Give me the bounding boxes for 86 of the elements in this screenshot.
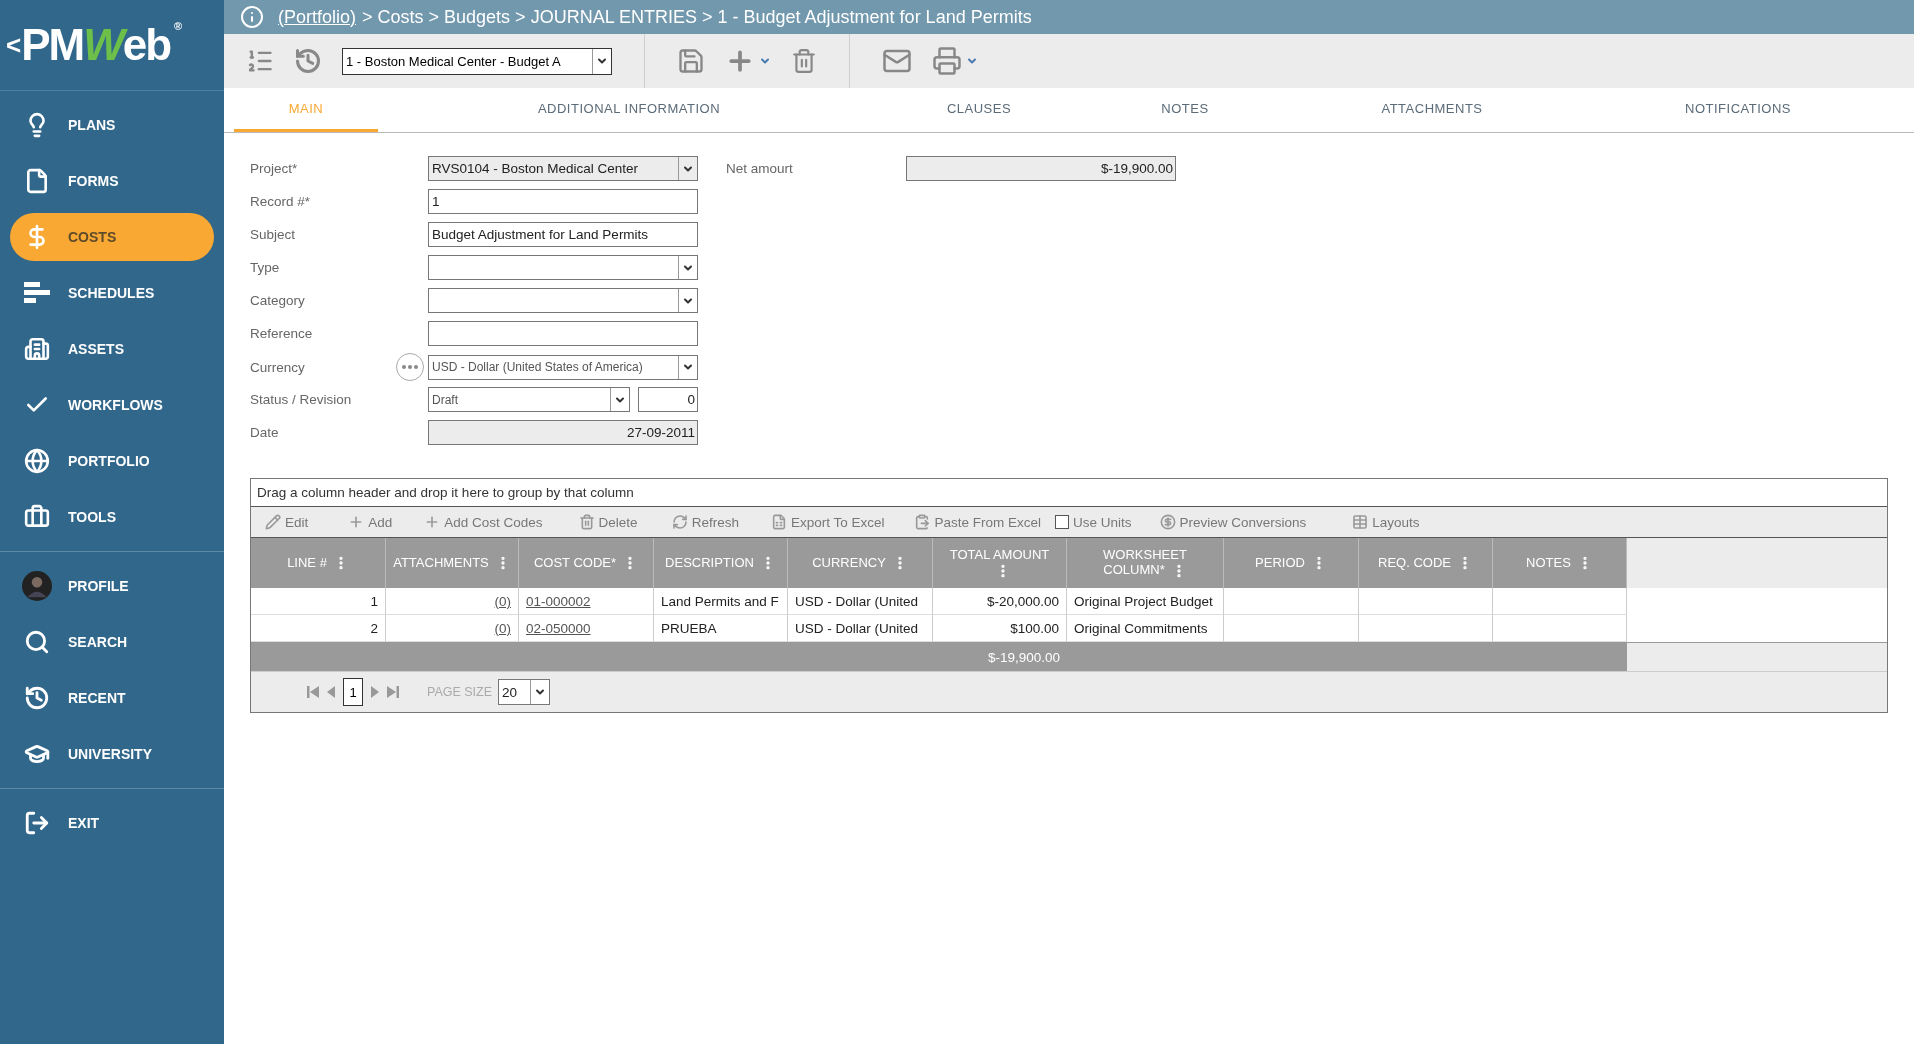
page-size-label: PAGE SIZE <box>427 685 493 699</box>
building-icon <box>24 336 50 362</box>
cell-link[interactable]: 02-050000 <box>526 620 591 636</box>
sidebar-item[interactable]: SCHEDULES <box>10 269 214 317</box>
search-icon <box>24 629 50 655</box>
trash-icon <box>578 514 595 530</box>
sidebar-item[interactable]: PORTFOLIO <box>10 437 214 485</box>
logo[interactable]: <PMWeb® <box>6 20 183 70</box>
input-field: 27-09-2011 <box>428 420 698 445</box>
field-label: Status / Revision <box>250 392 353 407</box>
sidebar-item[interactable]: PROFILE <box>10 562 214 610</box>
cell-link[interactable]: 01-000002 <box>526 593 591 609</box>
spreadsheet-icon <box>770 514 787 530</box>
sidebar-item[interactable]: UNIVERSITY <box>10 730 214 778</box>
toolbar-button[interactable]: Add <box>348 514 393 530</box>
field-label: Reference <box>250 326 314 341</box>
previous-page-icon[interactable] <box>325 684 337 700</box>
more-button[interactable] <box>396 353 424 381</box>
save-icon[interactable] <box>677 47 705 75</box>
record-select[interactable]: 1 - Boston Medical Center - Budget A <box>342 47 612 75</box>
toolbar-button[interactable]: Export To Excel <box>770 514 885 530</box>
field-label: Currency <box>250 359 306 375</box>
sidebar-item[interactable]: SEARCH <box>10 618 214 666</box>
sidebar-item[interactable]: FORMS <box>10 157 214 205</box>
tab[interactable]: CLAUSES <box>880 88 1078 132</box>
toolbar-button[interactable]: Edit <box>265 514 309 530</box>
input-field[interactable]: Budget Adjustment for Land Permits <box>428 222 698 247</box>
field-label: Type <box>250 260 281 275</box>
select-field[interactable] <box>428 288 698 313</box>
ellipsis-icon <box>402 365 418 369</box>
last-page-icon[interactable] <box>387 684 399 700</box>
document-icon <box>24 168 50 194</box>
checkbox[interactable]: Use Units <box>1055 514 1132 530</box>
info-icon[interactable] <box>240 5 264 29</box>
sidebar-item[interactable]: TOOLS <box>10 493 214 541</box>
bars-icon <box>24 282 50 304</box>
field-label: Project* <box>250 161 299 176</box>
total-amount: $-19,900.00 <box>986 648 1061 667</box>
select-field[interactable]: USD - Dollar (United States of America) <box>428 354 698 380</box>
select-field[interactable] <box>428 255 698 280</box>
input-field[interactable]: 0 <box>638 387 698 412</box>
toolbar-button[interactable]: Layouts <box>1352 514 1420 530</box>
toolbar-button[interactable]: Preview Conversions <box>1159 514 1307 530</box>
briefcase-icon <box>24 504 50 530</box>
next-page-icon[interactable] <box>369 684 381 700</box>
clipboard-icon <box>914 514 931 530</box>
tab[interactable]: ADDITIONAL INFORMATION <box>378 88 880 132</box>
field-label: Net amourt <box>726 161 794 176</box>
input-field: $-19,900.00 <box>906 156 1176 181</box>
field-label: Category <box>250 293 306 308</box>
toolbar-button[interactable]: Delete <box>578 514 638 530</box>
tab[interactable]: NOTES <box>1078 88 1292 132</box>
tab[interactable]: ATTACHMENTS <box>1292 88 1572 132</box>
input-field[interactable] <box>428 321 698 346</box>
field-label: Date <box>250 425 280 440</box>
breadcrumb-link[interactable]: (Portfolio) <box>278 6 357 28</box>
pencil-icon <box>265 514 281 530</box>
sidebar-item[interactable]: RECENT <box>10 674 214 722</box>
page-size-select[interactable]: 20 <box>498 679 551 705</box>
cell-link[interactable]: (0) <box>494 593 511 609</box>
cell-link[interactable]: (0) <box>494 620 511 636</box>
history-icon[interactable] <box>294 47 322 75</box>
field-label: Record #* <box>250 194 312 209</box>
exit-icon <box>24 810 50 836</box>
history-icon <box>24 685 50 711</box>
select-field[interactable]: Draft <box>428 387 630 412</box>
toolbar-button[interactable]: Add Cost Codes <box>424 514 543 530</box>
input-field[interactable]: 1 <box>428 189 698 214</box>
toolbar-button[interactable]: Refresh <box>671 514 739 530</box>
tab[interactable]: NOTIFICATIONS <box>1572 88 1904 132</box>
table-icon <box>1352 514 1369 530</box>
globe-icon <box>24 448 50 474</box>
sidebar-item[interactable]: EXIT <box>10 799 214 847</box>
dollar-circle-icon <box>1159 514 1176 530</box>
sidebar-item[interactable]: ASSETS <box>10 325 214 373</box>
refresh-icon <box>671 514 688 530</box>
field-label: Subject <box>250 227 297 242</box>
printer-icon[interactable] <box>932 46 962 76</box>
breadcrumb-path: > Costs > Budgets > JOURNAL ENTRIES > 1 - Budget Adjustment for Land Permits <box>362 6 1032 28</box>
trash-icon[interactable] <box>791 48 817 74</box>
sidebar-item[interactable]: WORKFLOWS <box>10 381 214 429</box>
sidebar-item[interactable]: COSTS <box>10 213 214 261</box>
toolbar-button[interactable]: Paste From Excel <box>914 514 1041 530</box>
first-page-icon[interactable] <box>307 684 319 700</box>
page-number[interactable]: 1 <box>343 678 363 706</box>
sidebar-item[interactable]: PLANS <box>10 101 214 149</box>
